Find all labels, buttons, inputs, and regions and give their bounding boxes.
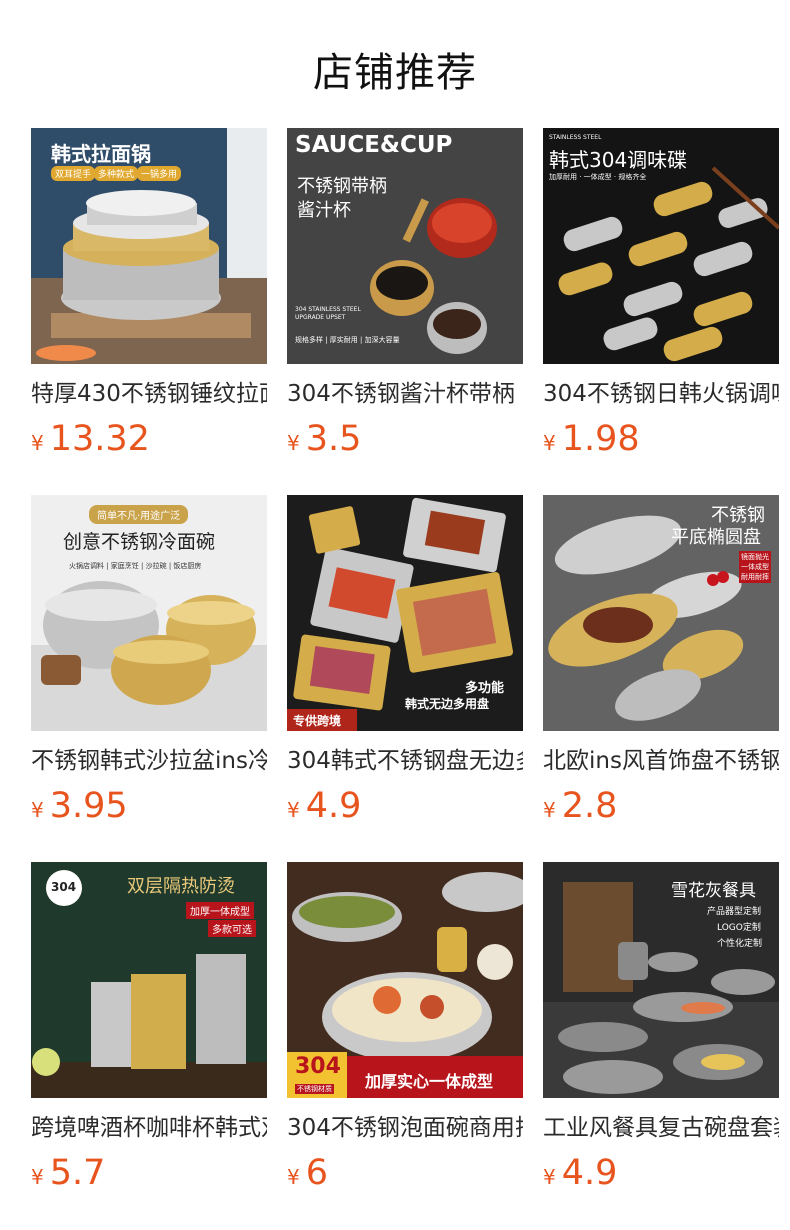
image-caption-title: 韩式拉面锅 (51, 142, 151, 166)
image-caption-title: 加厚实心一体成型 (365, 1072, 494, 1091)
image-caption-title: 不锈钢带柄 (297, 176, 387, 197)
sauce-cup-image (287, 128, 523, 364)
product-card[interactable]: 304 双层隔热防烫 加厚一体成型 多款可选 跨境啤酒杯咖啡杯韩式双层隔热杯 ¥… (31, 862, 267, 1229)
product-name[interactable]: 不锈钢韩式沙拉盆ins冷面碗 (31, 745, 267, 777)
product-image[interactable]: SAUCE&CUP 不锈钢带柄 酱汁杯 304 STAINLESS STEEL … (287, 128, 523, 364)
product-image[interactable]: 韩式拉面锅 双耳提手 多种款式 一锅多用 (31, 128, 267, 364)
product-card[interactable]: 雪花灰餐具 产品器型定制 LOGO定制 个性化定制 工业风餐具复古碗盘套装 ¥4… (543, 862, 779, 1229)
product-name[interactable]: 304不锈钢日韩火锅调味碟 (543, 378, 779, 410)
currency-symbol: ¥ (31, 431, 44, 455)
image-tag: 一锅多用 (137, 166, 182, 181)
product-price: ¥3.95 (31, 785, 267, 827)
product-image[interactable]: 不锈钢 平底椭圆盘 镜面抛光 一体成型 耐用耐摔 (543, 495, 779, 731)
image-small-text: 规格多样 | 厚实耐用 | 加深大容量 (295, 336, 400, 344)
product-name[interactable]: 304不锈钢泡面碗商用拉面碗 (287, 1112, 523, 1144)
image-caption-english: SAUCE&CUP (295, 132, 453, 158)
product-name[interactable]: 304不锈钢酱汁杯带柄 (287, 378, 523, 410)
currency-symbol: ¥ (287, 798, 300, 822)
currency-symbol: ¥ (287, 431, 300, 455)
price-value: 4.9 (561, 1153, 618, 1193)
currency-symbol: ¥ (31, 1165, 44, 1189)
product-price: ¥1.98 (543, 418, 779, 460)
image-tag: 简单不凡·用途广泛 (89, 505, 189, 524)
price-value: 4.9 (305, 786, 362, 826)
product-card[interactable]: STAINLESS STEEL 韩式304调味碟 加厚耐用 · 一体成型 · 规… (543, 128, 779, 495)
product-name[interactable]: 跨境啤酒杯咖啡杯韩式双层隔热杯 (31, 1112, 267, 1144)
product-card[interactable]: 多功能 韩式无边多用盘 专供跨境 304韩式不锈钢盘无边多用盘 ¥4.9 (287, 495, 523, 862)
product-card[interactable]: 韩式拉面锅 双耳提手 多种款式 一锅多用 特厚430不锈钢锤纹拉面锅 ¥13.3… (31, 128, 267, 495)
price-value: 3.95 (49, 786, 128, 826)
product-image[interactable]: 雪花灰餐具 产品器型定制 LOGO定制 个性化定制 (543, 862, 779, 1098)
image-tag: 耐用耐摔 (739, 571, 771, 583)
product-name[interactable]: 工业风餐具复古碗盘套装 (543, 1112, 779, 1144)
image-caption-title: 双层隔热防烫 (127, 876, 235, 897)
image-caption-english: STAINLESS STEEL (549, 134, 602, 141)
price-value: 13.32 (49, 419, 150, 459)
image-caption-title: 雪花灰餐具 (671, 881, 756, 901)
product-grid: 韩式拉面锅 双耳提手 多种款式 一锅多用 特厚430不锈钢锤纹拉面锅 ¥13.3… (31, 128, 779, 1229)
product-image[interactable]: STAINLESS STEEL 韩式304调味碟 加厚耐用 · 一体成型 · 规… (543, 128, 779, 364)
product-price: ¥2.8 (543, 785, 779, 827)
image-tag: 多款可选 (208, 920, 256, 937)
currency-symbol: ¥ (543, 1165, 556, 1189)
product-card[interactable]: 简单不凡·用途广泛 创意不锈钢冷面碗 火锅店调料 | 家庭烹饪 | 沙拉碗 | … (31, 495, 267, 862)
image-caption-subtitle: 加厚耐用 · 一体成型 · 规格齐全 (549, 173, 647, 181)
price-value: 1.98 (561, 419, 640, 459)
currency-symbol: ¥ (543, 431, 556, 455)
image-caption-subtitle: 酱汁杯 (297, 200, 351, 221)
product-card[interactable]: 304 不锈钢材质 加厚实心一体成型 304不锈钢泡面碗商用拉面碗 ¥6 (287, 862, 523, 1229)
price-value: 5.7 (49, 1153, 106, 1193)
image-caption-title: 创意不锈钢冷面碗 (63, 531, 216, 553)
image-caption-line: 产品器型定制 (707, 907, 762, 917)
price-value: 3.5 (305, 419, 362, 459)
product-card[interactable]: 不锈钢 平底椭圆盘 镜面抛光 一体成型 耐用耐摔 北欧ins风首饰盘不锈钢平底椭… (543, 495, 779, 862)
product-price: ¥4.9 (543, 1152, 779, 1194)
product-image[interactable]: 304 双层隔热防烫 加厚一体成型 多款可选 (31, 862, 267, 1098)
product-card[interactable]: SAUCE&CUP 不锈钢带柄 酱汁杯 304 STAINLESS STEEL … (287, 128, 523, 495)
product-name[interactable]: 特厚430不锈钢锤纹拉面锅 (31, 378, 267, 410)
price-value: 6 (305, 1153, 329, 1193)
image-badge-label: 不锈钢材质 (295, 1084, 334, 1094)
product-image[interactable]: 304 不锈钢材质 加厚实心一体成型 (287, 862, 523, 1098)
product-price: ¥13.32 (31, 418, 267, 460)
product-image[interactable]: 多功能 韩式无边多用盘 专供跨境 (287, 495, 523, 731)
image-caption-title: 韩式304调味碟 (549, 148, 688, 172)
currency-symbol: ¥ (543, 798, 556, 822)
image-badge: 304 (51, 880, 77, 894)
product-image[interactable]: 简单不凡·用途广泛 创意不锈钢冷面碗 火锅店调料 | 家庭烹饪 | 沙拉碗 | … (31, 495, 267, 731)
product-name[interactable]: 北欧ins风首饰盘不锈钢平底椭圆盘 (543, 745, 779, 777)
product-price: ¥4.9 (287, 785, 523, 827)
image-small-text: UPGRADE UPSET (295, 314, 346, 321)
image-tag: 多种款式 (94, 166, 139, 181)
image-caption-line: LOGO定制 (717, 923, 761, 933)
image-badge-number: 304 (295, 1054, 341, 1079)
product-price: ¥3.5 (287, 418, 523, 460)
page-title: 店铺推荐 (313, 50, 477, 96)
price-value: 2.8 (561, 786, 618, 826)
image-badge: 专供跨境 (293, 714, 342, 728)
image-caption-subtitle: 火锅店调料 | 家庭烹饪 | 沙拉碗 | 饭店厨房 (69, 562, 202, 570)
product-price: ¥6 (287, 1152, 523, 1194)
image-caption-title: 多功能 (465, 681, 505, 696)
image-small-text: 304 STAINLESS STEEL (295, 306, 361, 313)
currency-symbol: ¥ (31, 798, 44, 822)
image-caption-line: 个性化定制 (717, 939, 763, 949)
product-price: ¥5.7 (31, 1152, 267, 1194)
image-caption-subtitle: 韩式无边多用盘 (405, 697, 490, 711)
currency-symbol: ¥ (287, 1165, 300, 1189)
image-tag: 双耳提手 (51, 166, 96, 181)
image-caption-subtitle: 平底椭圆盘 (671, 527, 761, 548)
image-tag: 加厚一体成型 (186, 902, 254, 919)
product-name[interactable]: 304韩式不锈钢盘无边多用盘 (287, 745, 523, 777)
